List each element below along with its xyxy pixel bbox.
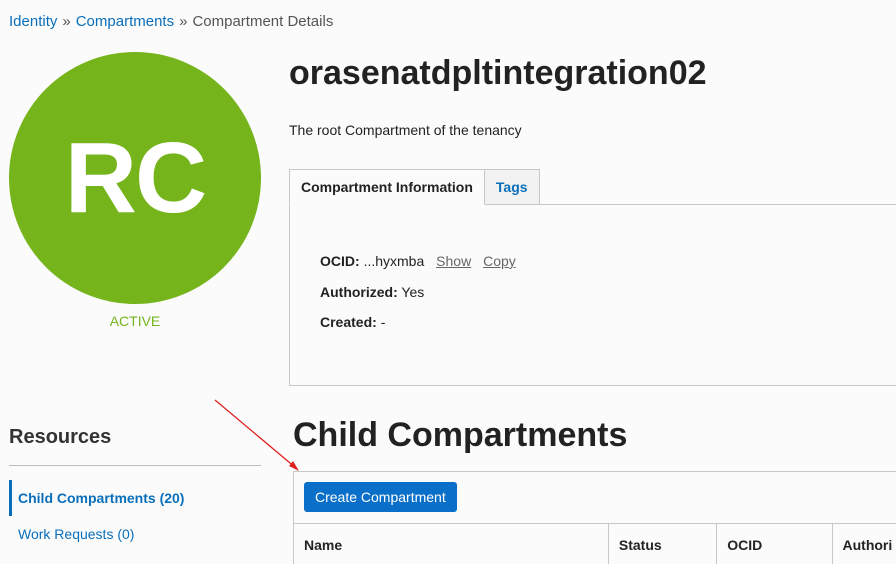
tab-tags[interactable]: Tags <box>483 169 540 205</box>
breadcrumb-separator: » <box>62 13 71 30</box>
authorized-label: Authorized: <box>320 284 398 300</box>
resource-item-work-requests[interactable]: Work Requests (0) <box>9 516 261 552</box>
created-value: - <box>380 314 386 330</box>
child-compartments-heading: Child Compartments <box>293 416 628 454</box>
compartment-details-page: Identity» Compartments» Compartment Detail… <box>0 0 896 564</box>
column-header-status[interactable]: Status <box>609 524 718 564</box>
avatar-initials: RC <box>64 121 207 234</box>
compartment-information-panel: OCID: ...hyxmba Show Copy Authorized: Ye… <box>289 204 896 386</box>
details-tabs: Compartment Information Tags <box>289 169 540 205</box>
authorized-value: Yes <box>401 284 425 300</box>
created-label: Created: <box>320 314 377 330</box>
child-compartments-panel: Create Compartment Name Status OCID Auth… <box>293 471 896 564</box>
table-header: Name Status OCID Authori <box>294 523 896 564</box>
create-compartment-button[interactable]: Create Compartment <box>304 482 457 512</box>
column-header-name[interactable]: Name <box>294 524 609 564</box>
ocid-show-link[interactable]: Show <box>436 253 471 269</box>
compartment-description: The root Compartment of the tenancy <box>289 122 522 138</box>
ocid-value: ...hyxmba <box>363 253 425 269</box>
resources-divider <box>9 465 261 466</box>
column-header-ocid[interactable]: OCID <box>717 524 833 564</box>
breadcrumb-current: Compartment Details <box>192 13 334 30</box>
lifecycle-state-label: ACTIVE <box>109 313 161 329</box>
ocid-copy-link[interactable]: Copy <box>483 253 516 269</box>
ocid-row: OCID: ...hyxmba Show Copy <box>320 253 516 269</box>
breadcrumb-identity-link[interactable]: Identity <box>9 13 57 30</box>
breadcrumb-compartments-link[interactable]: Compartments <box>76 13 174 30</box>
breadcrumb: Identity» Compartments» Compartment Detail… <box>9 13 333 30</box>
page-title: orasenatdpltintegration02 <box>289 54 707 92</box>
resources-heading: Resources <box>9 426 112 448</box>
tab-compartment-information[interactable]: Compartment Information <box>289 169 485 205</box>
resource-item-child-compartments[interactable]: Child Compartments (20) <box>9 480 261 516</box>
compartment-avatar: RC <box>9 52 261 304</box>
authorized-row: Authorized: Yes <box>320 284 424 300</box>
ocid-label: OCID: <box>320 253 360 269</box>
column-header-authorized[interactable]: Authori <box>833 524 896 564</box>
created-row: Created: - <box>320 314 385 330</box>
breadcrumb-separator: » <box>179 13 188 30</box>
